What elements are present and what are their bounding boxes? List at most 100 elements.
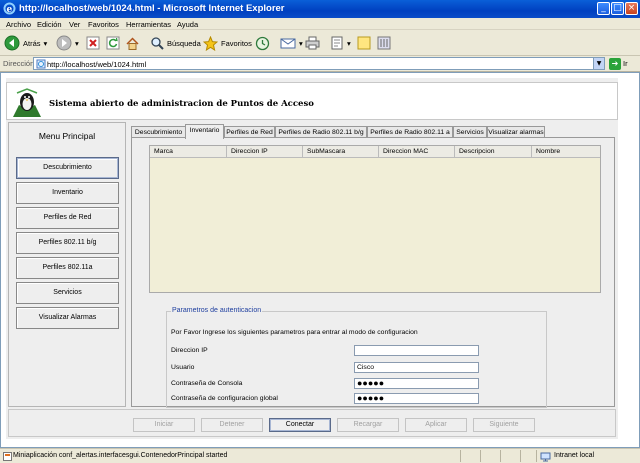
svg-text:e: e [7,5,13,15]
search-button[interactable]: Búsqueda [150,35,201,51]
menu-button-descubrimiento[interactable]: Descubrimiento [16,157,119,179]
document-icon [331,36,343,50]
status-separator [536,450,537,462]
back-button[interactable]: Atrás ▾ [4,35,47,51]
status-separator [460,450,461,462]
global-password-label: Contraseña de configuracion global [171,395,278,402]
siguiente-button[interactable]: Siguiente [473,418,535,432]
home-icon [126,36,139,50]
user-field[interactable]: Cisco [354,362,479,373]
history-icon [255,36,270,50]
auth-group: Parametros de autenticacion Por Favor In… [166,307,547,408]
menu-ayuda[interactable]: Ayuda [177,20,198,29]
status-separator [480,450,481,462]
status-bar: Miniaplicación conf_alertas.interfacesgu… [0,448,640,463]
chevron-down-icon[interactable]: ▾ [75,39,79,48]
favorites-button[interactable]: Favoritos [203,35,252,51]
forward-arrow-icon [56,35,72,51]
title-bar: e http://localhost/web/1024.html - Micro… [0,0,640,18]
conectar-button[interactable]: Conectar [269,418,331,432]
address-bar: Dirección http://localhost/web/1024.html… [0,56,640,72]
print-button[interactable] [305,35,320,51]
column-header-marca[interactable]: Marca [150,146,227,158]
java-applet: Sistema abierto de administracion de Pun… [6,78,618,439]
messenger-button[interactable] [377,35,391,51]
detener-button[interactable]: Detener [201,418,263,432]
penguin-logo-icon [13,88,41,117]
menu-button-perfiles-de-red[interactable]: Perfiles de Red [16,207,119,229]
refresh-button[interactable] [106,35,120,51]
table-header: Marca Direccion IP SubMascara Direccion … [150,146,600,158]
console-password-field[interactable]: ●●●●● [354,378,479,389]
search-label: Búsqueda [167,38,201,48]
inventory-table[interactable]: Marca Direccion IP SubMascara Direccion … [149,145,601,293]
refresh-icon [106,36,120,50]
intranet-zone-icon [540,452,551,462]
edit-button[interactable]: ▾ [330,35,351,51]
chevron-down-icon[interactable]: ▾ [299,39,303,48]
menu-button-perfiles-802-11bg[interactable]: Perfiles 802.11 b/g [16,232,119,254]
mail-icon [280,38,296,49]
note-icon [357,36,371,50]
chevron-down-icon[interactable]: ▼ [593,58,604,69]
column-header-direccion-ip[interactable]: Direccion IP [227,146,303,158]
menu-herramientas[interactable]: Herramientas [126,20,171,29]
home-button[interactable] [125,35,140,51]
menu-button-perfiles-802-11a[interactable]: Perfiles 802.11a [16,257,119,279]
column-header-direccion-mac[interactable]: Direccion MAC [379,146,455,158]
favorites-label: Favoritos [221,38,252,48]
address-label: Dirección [3,59,35,68]
stop-icon [86,36,100,50]
star-icon [203,35,218,51]
menu-button-inventario[interactable]: Inventario [16,182,119,204]
applet-icon [3,452,12,461]
menu-button-visualizar-alarmas[interactable]: Visualizar Alarmas [16,307,119,329]
column-header-nombre[interactable]: Nombre [532,146,600,158]
ip-field[interactable] [354,345,479,356]
auth-instructions: Por Favor Ingrese los siguientes paramet… [171,329,418,336]
main-menu-panel: Menu Principal Descubrimiento Inventario… [8,122,126,407]
chevron-down-icon[interactable]: ▾ [44,39,48,48]
status-text: Miniaplicación conf_alertas.interfacesgu… [13,452,228,459]
menu-button-servicios[interactable]: Servicios [16,282,119,304]
menu-bar: Archivo Edición Ver Favoritos Herramient… [0,18,640,30]
mail-button[interactable]: ▾ [280,35,303,51]
discuss-button[interactable] [357,35,371,51]
recargar-button[interactable]: Recargar [337,418,399,432]
user-label: Usuario [171,364,195,371]
forward-button[interactable]: ▾ [56,35,79,51]
go-arrow-icon[interactable]: ➔ [609,58,621,70]
auth-legend: Parametros de autenticacion [171,307,263,314]
ip-label: Direccion IP [171,347,208,354]
tab-inventario[interactable]: Inventario [185,124,224,139]
aplicar-button[interactable]: Aplicar [405,418,467,432]
chevron-down-icon[interactable]: ▾ [347,39,351,48]
close-button[interactable]: × [625,2,638,15]
maximize-button[interactable]: □ [611,2,624,15]
app-header: Sistema abierto de administracion de Pun… [6,82,618,120]
history-button[interactable] [255,35,270,51]
inventario-tab-body: Marca Direccion IP SubMascara Direccion … [131,137,615,408]
go-label[interactable]: Ir [623,59,628,68]
window-title: http://localhost/web/1024.html - Microso… [19,3,285,14]
menu-archivo[interactable]: Archivo [6,20,31,29]
printer-icon [305,36,320,50]
menu-ver[interactable]: Ver [69,20,80,29]
status-separator [500,450,501,462]
app-title: Sistema abierto de administracion de Pun… [49,99,314,109]
menu-title: Menu Principal [38,131,96,141]
page-icon [36,59,46,69]
minimize-button[interactable]: _ [597,2,610,15]
column-header-submascara[interactable]: SubMascara [303,146,379,158]
menu-favoritos[interactable]: Favoritos [88,20,119,29]
search-icon [151,37,164,50]
column-header-descripcion[interactable]: Descripcion [455,146,532,158]
console-password-label: Contraseña de Consola [171,380,243,387]
global-password-field[interactable]: ●●●●● [354,393,479,404]
menu-edicion[interactable]: Edición [37,20,62,29]
security-zone: Intranet local [554,452,595,459]
iniciar-button[interactable]: Iniciar [133,418,195,432]
address-input[interactable]: http://localhost/web/1024.html ▼ [33,57,605,70]
stop-button[interactable] [86,35,100,51]
main-panel: Descubrimiento Inventario Perfiles de Re… [130,122,616,408]
